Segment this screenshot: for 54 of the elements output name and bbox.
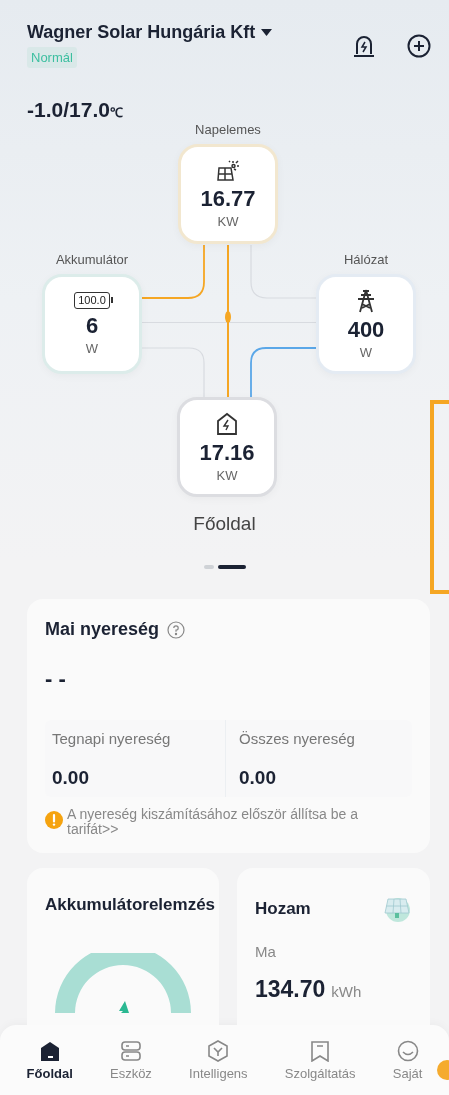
help-icon[interactable] bbox=[167, 620, 186, 639]
period-label: Ma bbox=[255, 943, 277, 960]
card-title: Akkumulátorelemzés bbox=[45, 895, 217, 915]
battery-level-icon: 100.0 bbox=[74, 292, 110, 309]
power-tower-icon bbox=[355, 288, 377, 313]
home-icon bbox=[38, 1039, 61, 1062]
battery-analysis-card[interactable]: Akkumulátorelemzés bbox=[27, 868, 219, 1025]
node-label: Napelemes bbox=[194, 122, 262, 137]
tariff-notice-link[interactable]: A nyereség kiszámításához először állítsa be a tarifát>> bbox=[67, 807, 412, 837]
power-value: 400 bbox=[347, 316, 385, 343]
diagram-caption: Főoldal bbox=[192, 513, 257, 535]
add-icon[interactable] bbox=[407, 34, 431, 58]
nav-tab[interactable]: Eszköz bbox=[107, 1039, 154, 1081]
server-icon bbox=[119, 1039, 142, 1062]
power-value: 6 bbox=[85, 313, 99, 339]
warning-icon bbox=[45, 811, 63, 829]
dropdown-caret-icon[interactable] bbox=[261, 29, 273, 36]
nav-tab[interactable]: Szolgáltatás bbox=[282, 1039, 358, 1081]
power-value: 17.16 bbox=[199, 439, 255, 466]
house-bolt-icon bbox=[216, 411, 238, 436]
solar-panel-icon bbox=[216, 159, 240, 182]
card-title: Mai nyereség bbox=[45, 619, 160, 640]
bookmark-icon bbox=[309, 1039, 332, 1062]
yield-card[interactable]: Hozam Ma 134.70 kWh bbox=[237, 868, 430, 1025]
power-unit: W bbox=[85, 341, 99, 356]
power-value: 16.77 bbox=[200, 185, 256, 212]
nav-tab[interactable]: Főoldal bbox=[24, 1039, 75, 1081]
energy-node-card[interactable]: 100.0 6 W bbox=[42, 274, 142, 374]
nav-tab[interactable]: Saját bbox=[390, 1039, 425, 1081]
power-unit: KW bbox=[217, 213, 239, 229]
node-label: Akkumulátor bbox=[54, 252, 130, 267]
hexagon-icon bbox=[207, 1039, 230, 1062]
stat-label: Összes nyereség bbox=[239, 730, 356, 747]
node-label: Hálózat bbox=[342, 252, 390, 267]
energy-node-card[interactable]: 400 W bbox=[316, 274, 416, 374]
nav-tab[interactable]: Intelligens bbox=[187, 1039, 250, 1081]
status-badge: Normál bbox=[27, 47, 77, 68]
plant-title[interactable]: Wagner Solar Hungária Kft bbox=[27, 22, 256, 43]
profit-value: - - bbox=[45, 666, 67, 692]
stat-value: 0.00 bbox=[52, 767, 90, 789]
temperature-text: -1.0/17.0℃ bbox=[27, 98, 124, 122]
stat-value: 0.00 bbox=[239, 767, 277, 789]
power-unit: W bbox=[359, 344, 373, 360]
card-title: Hozam bbox=[255, 899, 311, 919]
energy-node-card[interactable]: 16.77 KW bbox=[178, 144, 278, 244]
yield-value: 134.70 bbox=[255, 976, 326, 1003]
solar-panel-icon bbox=[382, 895, 412, 923]
yield-unit: kWh bbox=[331, 983, 362, 1000]
stat-label: Tegnapi nyereség bbox=[52, 730, 172, 747]
power-unit: KW bbox=[216, 467, 238, 483]
energy-node-card[interactable]: 17.16 KW bbox=[177, 397, 277, 497]
alarm-bolt-icon[interactable] bbox=[353, 34, 375, 58]
page-indicator[interactable] bbox=[217, 565, 246, 569]
smiley-icon bbox=[396, 1039, 419, 1062]
